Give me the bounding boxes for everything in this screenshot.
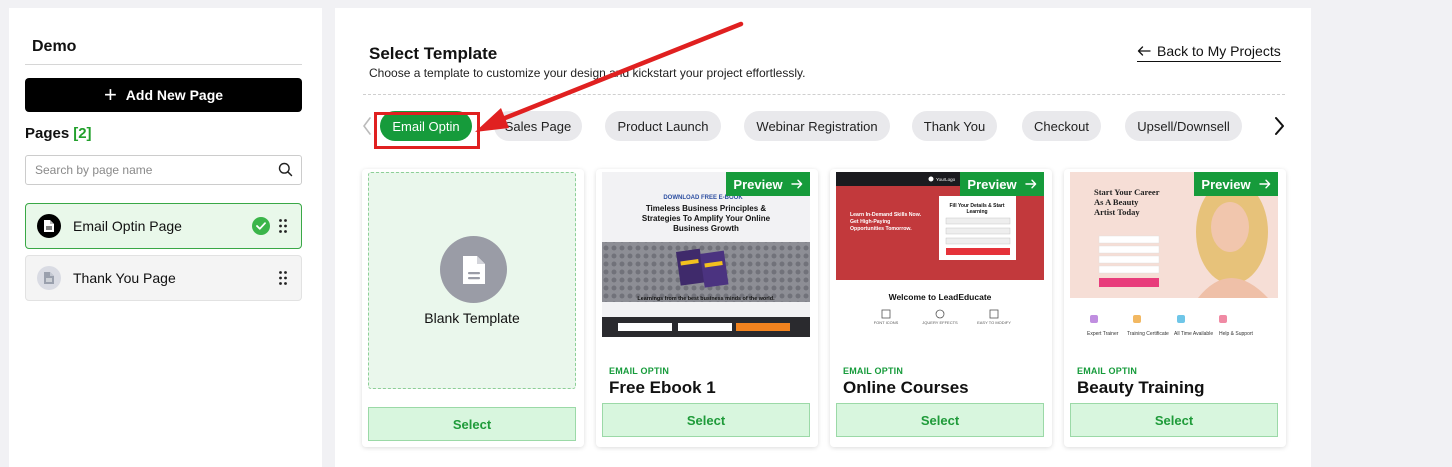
svg-text:Learning: Learning [966, 209, 987, 215]
svg-text:Strategies To Amplify Your Onl: Strategies To Amplify Your Online [642, 214, 771, 223]
thumb-welcome-text: Welcome to LeadEducate [889, 292, 992, 302]
check-circle-icon [252, 217, 270, 235]
svg-text:Opportunities Tomorrow.: Opportunities Tomorrow. [850, 226, 912, 232]
sidebar-divider [25, 64, 302, 65]
template-thumbnail: YourLogo Learn In-Demand Skills Now. Get… [836, 172, 1044, 337]
template-thumbnail: Start Your Career As A Beauty Artist Tod… [1070, 172, 1278, 337]
svg-text:Artist Today: Artist Today [1094, 207, 1140, 217]
template-card-blank[interactable]: Blank Template Select [362, 169, 584, 447]
arrow-right-icon [790, 179, 802, 189]
select-button[interactable]: Select [368, 407, 576, 441]
document-icon [37, 266, 61, 290]
tab-thank-you[interactable]: Thank You [912, 111, 997, 141]
tab-webinar-registration[interactable]: Webinar Registration [744, 111, 890, 141]
page-search-input[interactable] [26, 156, 266, 184]
select-button[interactable]: Select [1070, 403, 1278, 437]
select-button[interactable]: Select [836, 403, 1044, 437]
blank-template-label: Blank Template [424, 310, 520, 326]
project-name: Demo [32, 38, 77, 55]
template-category: EMAIL OPTIN [1077, 366, 1138, 376]
preview-label: Preview [967, 176, 1017, 192]
chevron-right-icon[interactable] [1273, 115, 1285, 142]
preview-label: Preview [733, 176, 783, 192]
annotation-highlight-box [374, 112, 480, 149]
pages-heading: Pages [2] [25, 125, 92, 142]
add-new-page-label: Add New Page [125, 87, 224, 103]
page-item-label: Email Optin Page [73, 218, 182, 234]
preview-button[interactable]: Preview [1194, 172, 1278, 196]
preview-button[interactable]: Preview [726, 172, 810, 196]
page-item-thank-you[interactable]: Thank You Page [25, 255, 302, 301]
document-icon [440, 236, 507, 303]
svg-text:Timeless Business Principles &: Timeless Business Principles & [646, 204, 767, 213]
page-title: Select Template [369, 44, 498, 63]
thumb-feature-label: Expert Trainer [1087, 331, 1119, 337]
document-icon [37, 214, 61, 238]
preview-button[interactable]: Preview [960, 172, 1044, 196]
page-subtitle: Choose a template to customize your desi… [369, 66, 806, 80]
thumb-footer-text: Learnings from the best business minds o… [637, 296, 775, 302]
tab-upsell-downsell[interactable]: Upsell/Downsell [1125, 111, 1242, 141]
tab-checkout[interactable]: Checkout [1022, 111, 1101, 141]
template-category: EMAIL OPTIN [843, 366, 904, 376]
pages-count: [2] [73, 125, 92, 142]
select-button[interactable]: Select [602, 403, 810, 437]
tab-product-launch[interactable]: Product Launch [605, 111, 721, 141]
template-panel: Select Template Choose a template to cus… [335, 8, 1311, 467]
blank-template-area[interactable]: Blank Template [368, 172, 576, 389]
page-search [25, 155, 302, 185]
tab-sales-page[interactable]: Sales Page [494, 111, 582, 141]
svg-text:Learn In-Demand Skills Now.: Learn In-Demand Skills Now. [850, 212, 922, 218]
thumb-feature-label: JQUERY EFFECTS [922, 320, 958, 325]
pages-label: Pages [25, 125, 70, 142]
thumb-feature-label: EASY TO MODIFY [977, 320, 1011, 325]
svg-text:Start Your Career: Start Your Career [1094, 187, 1160, 197]
template-card-online-courses[interactable]: YourLogo Learn In-Demand Skills Now. Get… [830, 169, 1052, 447]
search-icon[interactable] [278, 162, 293, 182]
thumb-feature-label: All Time Available [1174, 331, 1213, 337]
template-title: Free Ebook 1 [609, 378, 716, 397]
add-new-page-button[interactable]: + Add New Page [25, 78, 302, 112]
header-divider [363, 94, 1285, 95]
thumb-feature-label: FONT ICONS [874, 320, 899, 325]
template-title: Beauty Training [1077, 378, 1205, 397]
thumb-feature-label: Help & Support [1219, 331, 1254, 337]
arrow-left-icon [1137, 46, 1151, 56]
template-card-free-ebook[interactable]: Learnings from the best business minds o… [596, 169, 818, 447]
drag-handle-icon[interactable] [278, 218, 288, 239]
page-item-email-optin[interactable]: Email Optin Page [25, 203, 302, 249]
back-link-label: Back to My Projects [1157, 43, 1281, 59]
preview-label: Preview [1201, 176, 1251, 192]
arrow-right-icon [1258, 179, 1270, 189]
sidebar: Demo + Add New Page Pages[2] Email Optin… [9, 8, 322, 467]
template-title: Online Courses [843, 378, 969, 397]
template-category: EMAIL OPTIN [609, 366, 670, 376]
thumb-logo-text: YourLogo [936, 177, 956, 182]
chevron-left-icon[interactable] [362, 116, 372, 141]
plus-icon: + [103, 82, 117, 107]
svg-text:Business Growth: Business Growth [673, 224, 739, 233]
svg-text:As A Beauty: As A Beauty [1094, 197, 1139, 207]
arrow-right-icon [1024, 179, 1036, 189]
template-card-beauty-training[interactable]: Start Your Career As A Beauty Artist Tod… [1064, 169, 1286, 447]
page-item-label: Thank You Page [73, 270, 176, 286]
back-to-projects-link[interactable]: Back to My Projects [1137, 43, 1281, 62]
template-thumbnail: Learnings from the best business minds o… [602, 172, 810, 337]
svg-text:Get High-Paying: Get High-Paying [850, 219, 890, 225]
drag-handle-icon[interactable] [278, 270, 288, 291]
thumb-feature-label: Training Certificate [1127, 331, 1169, 337]
